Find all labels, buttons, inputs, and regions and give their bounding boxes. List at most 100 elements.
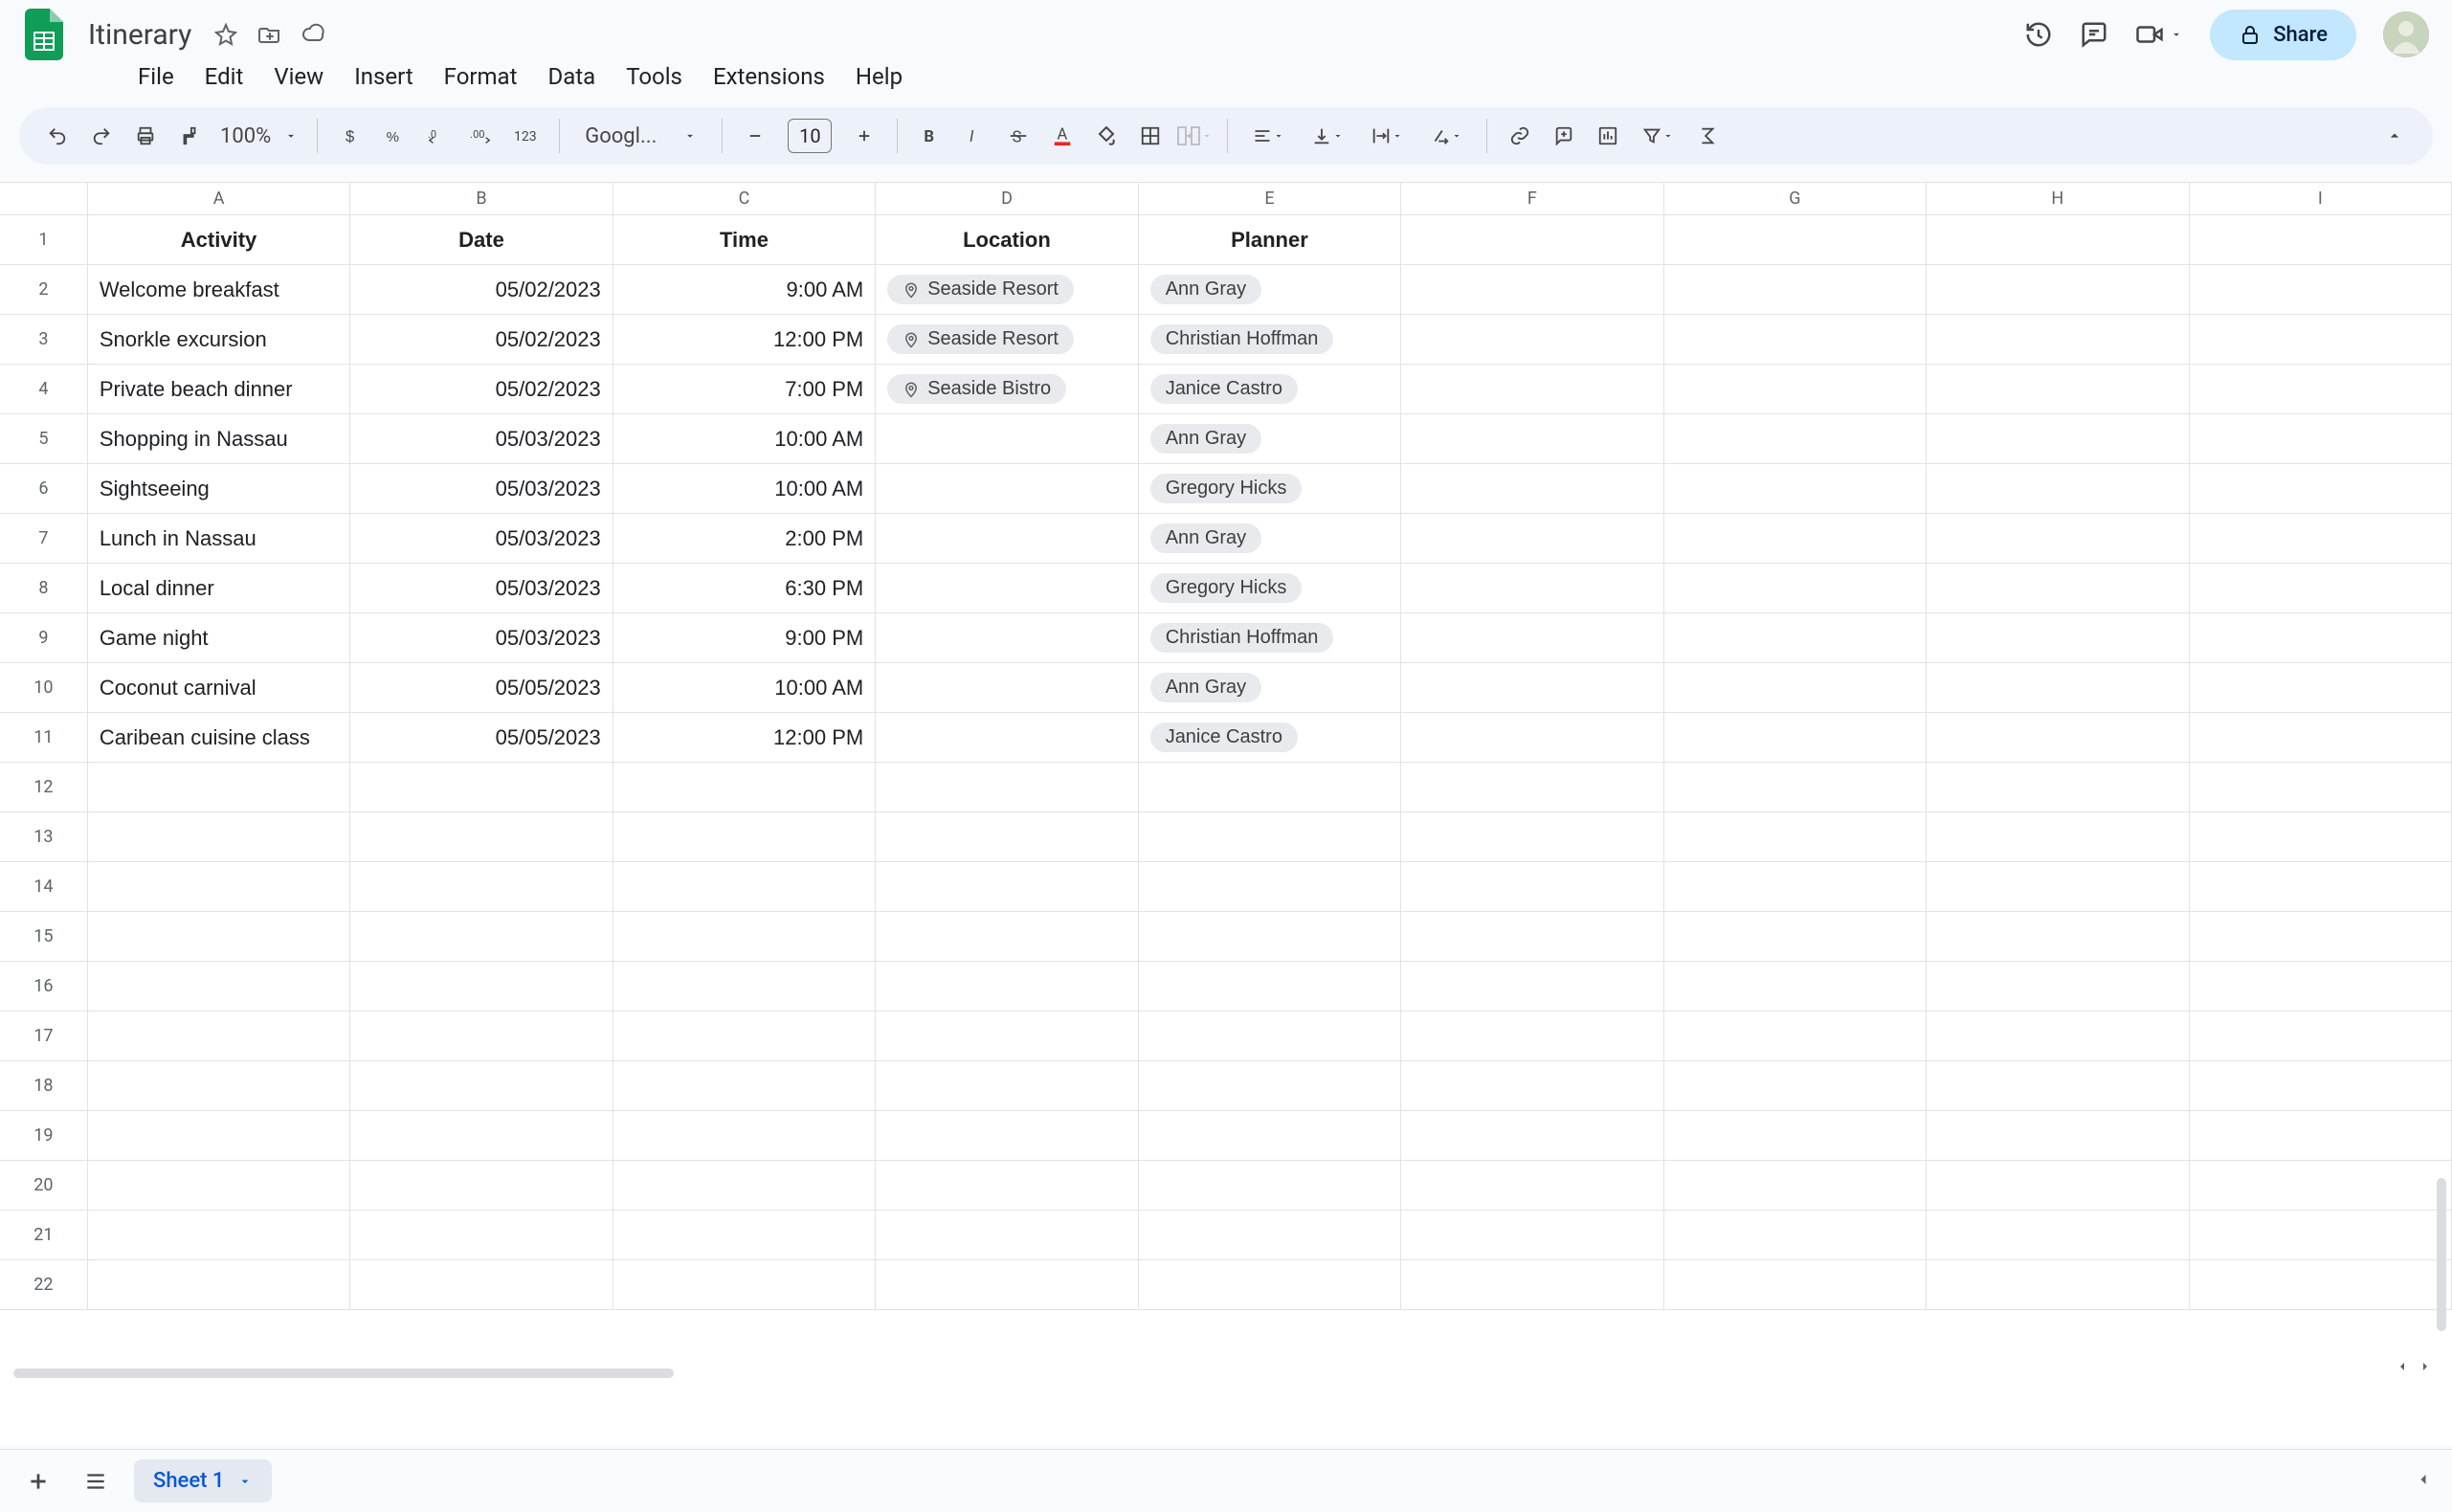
cell[interactable] (876, 763, 1138, 812)
cell[interactable] (1139, 1061, 1401, 1110)
cell[interactable] (876, 862, 1138, 911)
cell[interactable] (876, 1260, 1138, 1309)
cell[interactable]: 05/03/2023 (350, 613, 613, 662)
cell[interactable]: Seaside Bistro (876, 365, 1138, 413)
history-icon[interactable] (2024, 20, 2053, 49)
planner-chip[interactable]: Ann Gray (1150, 275, 1261, 304)
cell[interactable] (88, 1211, 350, 1259)
row-header[interactable]: 19 (0, 1111, 88, 1160)
filter-icon[interactable] (1631, 115, 1684, 157)
cell[interactable]: 9:00 PM (613, 613, 876, 662)
cell[interactable] (350, 1260, 613, 1309)
cell[interactable] (1664, 265, 1927, 314)
cell[interactable] (1401, 414, 1663, 463)
row-header[interactable]: 22 (0, 1260, 88, 1309)
strikethrough-icon[interactable]: S (997, 115, 1039, 157)
cell[interactable]: Private beach dinner (88, 365, 350, 413)
cell[interactable] (876, 414, 1138, 463)
cell[interactable] (2190, 315, 2452, 364)
cell[interactable] (1664, 1161, 1927, 1210)
merge-cells-icon[interactable] (1173, 115, 1215, 157)
decrease-decimal-icon[interactable]: .0 (417, 115, 459, 157)
add-sheet-icon[interactable] (19, 1462, 57, 1501)
cell[interactable] (1401, 1111, 1663, 1160)
cell[interactable] (1927, 464, 2189, 513)
row-header[interactable]: 16 (0, 962, 88, 1011)
cell[interactable]: 05/03/2023 (350, 464, 613, 513)
cell[interactable] (2190, 215, 2452, 264)
col-header-A[interactable]: A (88, 183, 350, 214)
cell[interactable]: Snorkle excursion (88, 315, 350, 364)
cell[interactable]: 6:30 PM (613, 564, 876, 612)
menu-insert[interactable]: Insert (341, 57, 426, 96)
cell[interactable]: Time (613, 215, 876, 264)
cell[interactable] (2190, 1211, 2452, 1259)
col-header-D[interactable]: D (876, 183, 1138, 214)
menu-extensions[interactable]: Extensions (700, 57, 838, 96)
cell[interactable] (1664, 215, 1927, 264)
cell[interactable] (1664, 812, 1927, 861)
cell[interactable]: Janice Castro (1139, 713, 1401, 762)
cell[interactable]: Gregory Hicks (1139, 464, 1401, 513)
row-header[interactable]: 8 (0, 564, 88, 612)
cell[interactable]: 05/03/2023 (350, 414, 613, 463)
paint-format-icon[interactable] (168, 115, 211, 157)
meet-icon[interactable] (2135, 20, 2183, 49)
text-color-icon[interactable]: A (1041, 115, 1083, 157)
cell[interactable] (350, 1061, 613, 1110)
sheet-tab-active[interactable]: Sheet 1 (134, 1459, 272, 1502)
col-header-H[interactable]: H (1927, 183, 2189, 214)
cell[interactable] (613, 1111, 876, 1160)
cell[interactable] (2190, 862, 2452, 911)
cell[interactable]: 05/05/2023 (350, 713, 613, 762)
select-all-corner[interactable] (0, 183, 88, 214)
row-header[interactable]: 10 (0, 663, 88, 712)
cell[interactable] (1401, 564, 1663, 612)
cell[interactable] (88, 912, 350, 961)
cell[interactable]: 12:00 PM (613, 713, 876, 762)
undo-icon[interactable] (36, 115, 78, 157)
cell[interactable] (1927, 713, 2189, 762)
vertical-align-icon[interactable] (1299, 115, 1356, 157)
cell[interactable] (1139, 1161, 1401, 1210)
menu-format[interactable]: Format (431, 57, 531, 96)
cell[interactable]: 05/05/2023 (350, 663, 613, 712)
cell[interactable] (88, 812, 350, 861)
row-header[interactable]: 13 (0, 812, 88, 861)
cell[interactable]: Planner (1139, 215, 1401, 264)
cell[interactable] (876, 514, 1138, 563)
row-header[interactable]: 1 (0, 215, 88, 264)
cell[interactable]: Lunch in Nassau (88, 514, 350, 563)
redo-icon[interactable] (80, 115, 123, 157)
currency-icon[interactable]: $ (329, 115, 371, 157)
cell[interactable] (350, 1211, 613, 1259)
cell[interactable] (350, 1161, 613, 1210)
menu-edit[interactable]: Edit (191, 57, 257, 96)
cell[interactable] (1927, 1012, 2189, 1060)
cell[interactable] (1664, 713, 1927, 762)
cell[interactable] (1664, 514, 1927, 563)
cell[interactable] (876, 812, 1138, 861)
cell[interactable]: 05/02/2023 (350, 265, 613, 314)
cell[interactable] (1927, 613, 2189, 662)
cell[interactable] (1401, 912, 1663, 961)
cell[interactable] (1401, 1012, 1663, 1060)
cell[interactable] (613, 1260, 876, 1309)
cell[interactable] (1664, 1111, 1927, 1160)
cell[interactable] (1664, 663, 1927, 712)
account-avatar[interactable] (2383, 11, 2429, 57)
cell[interactable]: Welcome breakfast (88, 265, 350, 314)
cell[interactable] (1401, 862, 1663, 911)
cell[interactable] (1401, 1061, 1663, 1110)
cell[interactable] (350, 912, 613, 961)
row-header[interactable]: 5 (0, 414, 88, 463)
fill-color-icon[interactable] (1085, 115, 1127, 157)
cell[interactable] (876, 464, 1138, 513)
cell[interactable] (1927, 514, 2189, 563)
cell[interactable] (1401, 514, 1663, 563)
cell[interactable]: Ann Gray (1139, 663, 1401, 712)
row-header[interactable]: 2 (0, 265, 88, 314)
cell[interactable] (1927, 414, 2189, 463)
cell[interactable] (88, 1111, 350, 1160)
share-button[interactable]: Share (2210, 10, 2356, 60)
